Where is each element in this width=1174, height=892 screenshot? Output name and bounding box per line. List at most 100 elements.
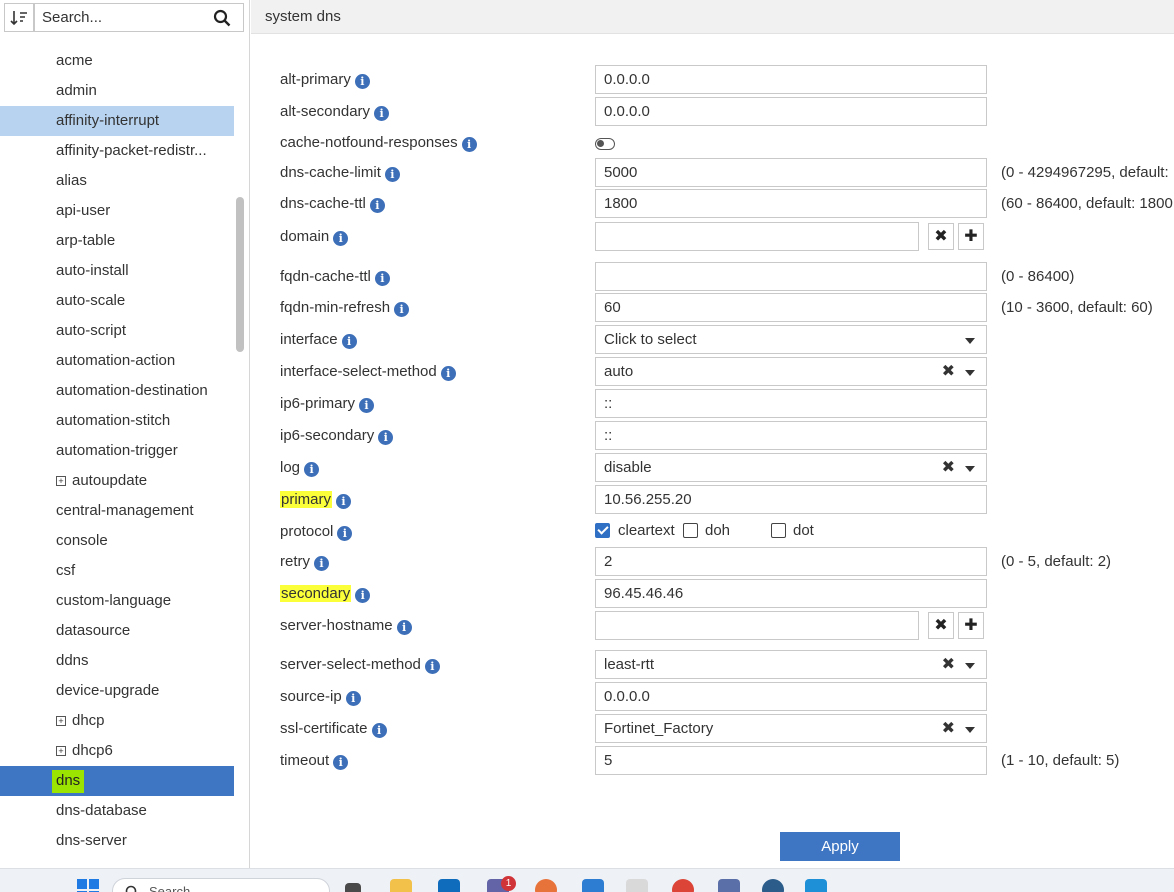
- retry-input[interactable]: 2: [595, 547, 987, 576]
- info-icon[interactable]: i: [333, 231, 349, 246]
- info-icon[interactable]: i: [384, 167, 400, 182]
- info-icon[interactable]: i: [374, 271, 390, 286]
- expand-icon[interactable]: +: [56, 476, 66, 486]
- info-icon[interactable]: i: [345, 691, 361, 706]
- info-icon[interactable]: i: [396, 620, 412, 635]
- server-select-method-select[interactable]: least-rtt ✖: [595, 650, 987, 679]
- chrome-icon[interactable]: [672, 879, 694, 892]
- interface-select[interactable]: Click to select: [595, 325, 987, 354]
- sidebar-item-datasource[interactable]: datasource: [0, 616, 234, 646]
- network-icon[interactable]: [762, 879, 784, 892]
- info-icon[interactable]: i: [374, 106, 390, 121]
- log-select[interactable]: disable ✖: [595, 453, 987, 482]
- info-icon[interactable]: i: [394, 302, 410, 317]
- apply-button[interactable]: Apply: [780, 832, 900, 861]
- ip6-secondary-input[interactable]: ::: [595, 421, 987, 450]
- ip6-primary-input[interactable]: ::: [595, 389, 987, 418]
- fqdn-cache-ttl-input[interactable]: [595, 262, 987, 291]
- info-icon[interactable]: i: [333, 755, 349, 770]
- doh-checkbox[interactable]: [683, 523, 698, 538]
- sidebar-item-central-management[interactable]: central-management: [0, 496, 234, 526]
- firefox-icon[interactable]: [535, 879, 557, 892]
- sidebar-item-api-user[interactable]: api-user: [0, 196, 234, 226]
- chevron-down-icon[interactable]: [965, 370, 975, 376]
- info-icon[interactable]: i: [341, 334, 357, 349]
- chevron-down-icon[interactable]: [965, 338, 975, 344]
- info-icon[interactable]: i: [378, 430, 394, 445]
- sidebar-item-automation-trigger[interactable]: automation-trigger: [0, 436, 234, 466]
- clear-icon[interactable]: ✖: [942, 715, 955, 742]
- source-ip-input[interactable]: 0.0.0.0: [595, 682, 987, 711]
- alt-secondary-input[interactable]: 0.0.0.0: [595, 97, 987, 126]
- sidebar-item-affinity-interrupt[interactable]: affinity-interrupt: [0, 106, 234, 136]
- expand-icon[interactable]: +: [56, 746, 66, 756]
- putty-icon[interactable]: [718, 879, 740, 892]
- clear-icon[interactable]: ✖: [928, 612, 954, 639]
- sidebar-scrollbar[interactable]: [236, 197, 244, 352]
- sidebar-item-acme[interactable]: acme: [0, 46, 234, 76]
- add-icon[interactable]: ✚: [958, 612, 984, 639]
- info-icon[interactable]: i: [314, 556, 329, 571]
- sidebar-item-alias[interactable]: alias: [0, 166, 234, 196]
- ssl-certificate-select[interactable]: Fortinet_Factory ✖: [595, 714, 987, 743]
- info-icon[interactable]: i: [355, 588, 371, 603]
- cache-notfound-toggle[interactable]: [595, 138, 615, 150]
- task-view-icon[interactable]: [345, 883, 361, 892]
- alt-primary-input[interactable]: 0.0.0.0: [595, 65, 987, 94]
- sidebar-item-ddns[interactable]: ddns: [0, 646, 234, 676]
- info-icon[interactable]: i: [304, 462, 320, 477]
- info-icon[interactable]: i: [336, 494, 352, 509]
- server-hostname-input[interactable]: [595, 611, 919, 640]
- expand-icon[interactable]: +: [56, 716, 66, 726]
- dns-cache-limit-input[interactable]: 5000: [595, 158, 987, 187]
- clear-icon[interactable]: ✖: [942, 651, 955, 678]
- clear-icon[interactable]: ✖: [942, 358, 955, 385]
- interface-select-method-select[interactable]: auto ✖: [595, 357, 987, 386]
- info-icon[interactable]: i: [424, 659, 440, 674]
- primary-dns-input[interactable]: 10.56.255.20: [595, 485, 987, 514]
- dns-cache-ttl-input[interactable]: 1800: [595, 189, 987, 218]
- sidebar-item-auto-script[interactable]: auto-script: [0, 316, 234, 346]
- sidebar-item-dhcp6[interactable]: + dhcp6: [0, 736, 234, 766]
- outlook-icon[interactable]: [438, 879, 460, 892]
- cleartext-checkbox[interactable]: [595, 523, 610, 538]
- sidebar-item-autoupdate[interactable]: + autoupdate: [0, 466, 234, 496]
- sidebar-item-dns-server[interactable]: dns-server: [0, 826, 234, 856]
- windows-start-icon[interactable]: [77, 879, 99, 892]
- secondary-dns-input[interactable]: 96.45.46.46: [595, 579, 987, 608]
- info-icon[interactable]: i: [354, 74, 370, 89]
- search-icon[interactable]: [213, 9, 231, 27]
- sidebar-item-affinity-packet-redistribution[interactable]: affinity-packet-redistr...: [0, 136, 234, 166]
- sidebar-item-arp-table[interactable]: arp-table: [0, 226, 234, 256]
- taskbar-search[interactable]: Search: [112, 878, 330, 892]
- sidebar-item-dhcp[interactable]: + dhcp: [0, 706, 234, 736]
- sidebar-item-auto-scale[interactable]: auto-scale: [0, 286, 234, 316]
- sidebar-item-custom-language[interactable]: custom-language: [0, 586, 234, 616]
- timeout-input[interactable]: 5: [595, 746, 987, 775]
- sidebar-item-csf[interactable]: csf: [0, 556, 234, 586]
- info-icon[interactable]: i: [371, 723, 387, 738]
- sidebar-item-device-upgrade[interactable]: device-upgrade: [0, 676, 234, 706]
- file-explorer-icon[interactable]: [390, 879, 412, 892]
- paint-icon[interactable]: [626, 879, 648, 892]
- edge-icon[interactable]: [805, 879, 827, 892]
- chevron-down-icon[interactable]: [965, 727, 975, 733]
- dot-checkbox[interactable]: [771, 523, 786, 538]
- chevron-down-icon[interactable]: [965, 663, 975, 669]
- add-icon[interactable]: ✚: [958, 223, 984, 250]
- info-icon[interactable]: i: [440, 366, 456, 381]
- clear-icon[interactable]: ✖: [942, 454, 955, 481]
- sidebar-item-auto-install[interactable]: auto-install: [0, 256, 234, 286]
- sort-button[interactable]: [4, 3, 34, 32]
- info-icon[interactable]: i: [359, 398, 375, 413]
- fqdn-min-refresh-input[interactable]: 60: [595, 293, 987, 322]
- search-input[interactable]: [35, 4, 200, 31]
- sidebar-item-automation-action[interactable]: automation-action: [0, 346, 234, 376]
- sidebar-item-admin[interactable]: admin: [0, 76, 234, 106]
- notepad-icon[interactable]: [582, 879, 604, 892]
- info-icon[interactable]: i: [369, 198, 385, 213]
- info-icon[interactable]: i: [337, 526, 353, 541]
- domain-input[interactable]: [595, 222, 919, 251]
- sidebar-item-dns-database[interactable]: dns-database: [0, 796, 234, 826]
- sidebar-item-automation-stitch[interactable]: automation-stitch: [0, 406, 234, 436]
